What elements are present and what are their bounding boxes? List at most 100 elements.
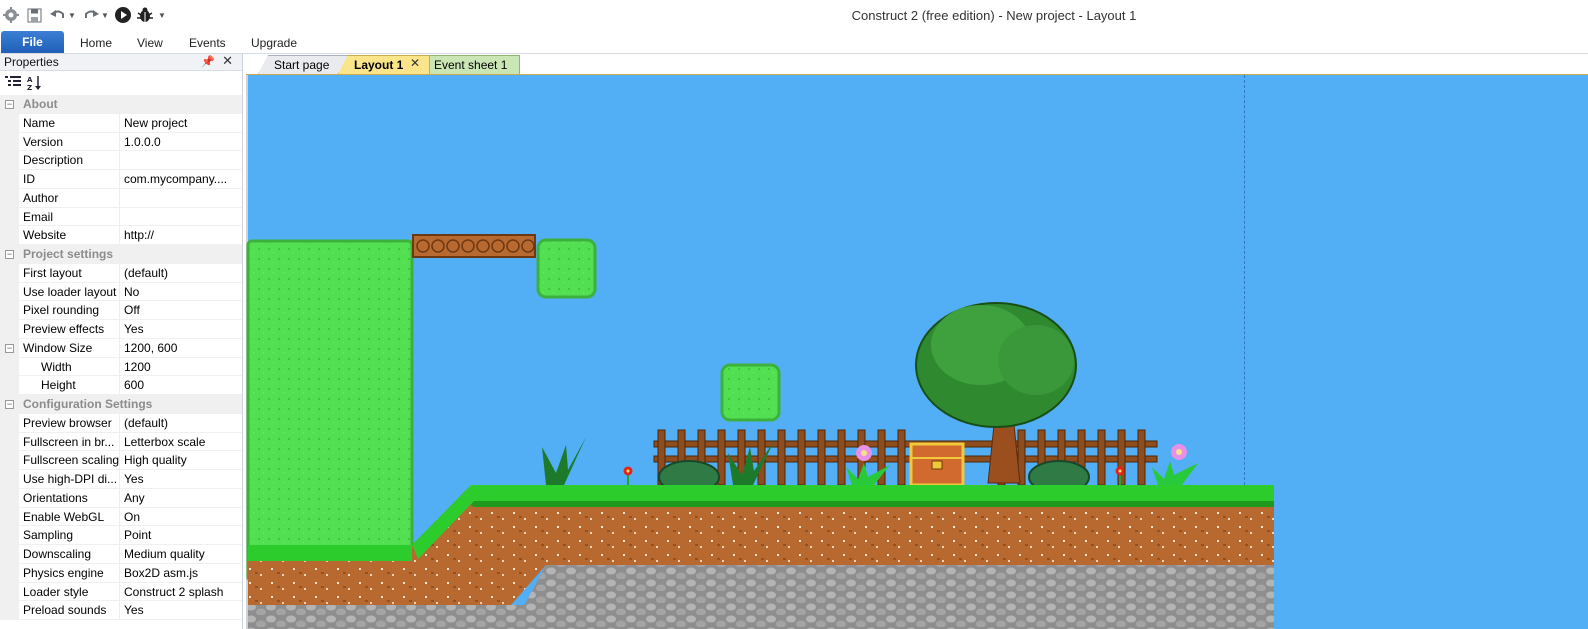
category-label: Project settings [23,247,114,261]
category-label: About [23,97,58,111]
property-key: Downscaling [23,547,92,561]
window-title: Construct 2 (free edition) - New project… [851,8,1137,23]
row-gutter [0,263,19,282]
property-row[interactable]: Downscaling Medium quality [0,545,242,564]
tab-upgrade[interactable]: Upgrade [251,33,297,53]
row-gutter [0,301,19,319]
property-row[interactable]: First layout (default) [0,263,242,283]
property-value[interactable]: Box2D asm.js [124,564,240,582]
property-row[interactable]: Email [0,207,242,227]
property-row[interactable]: Author [0,188,242,208]
collapse-icon[interactable]: − [5,100,14,109]
tab-events[interactable]: Events [189,33,226,53]
stone-layer[interactable] [511,565,1274,629]
svg-text:Z: Z [27,84,32,91]
property-row[interactable]: Orientations Any [0,488,242,508]
property-row[interactable]: Height 600 [0,376,242,395]
property-row[interactable]: Version 1.0.0.0 [0,132,242,152]
row-gutter [0,188,19,207]
property-row[interactable]: Use loader layout No [0,282,242,302]
file-menu-button[interactable]: File [1,31,64,53]
column-divider [119,282,120,301]
property-category[interactable]: − About [0,95,242,114]
property-row[interactable]: − Window Size 1200, 600 [0,338,242,358]
row-gutter [0,376,19,394]
property-value[interactable]: 600 [124,376,240,394]
property-value[interactable]: Point [124,526,240,544]
column-divider [119,113,120,132]
property-row[interactable]: Website http:// [0,226,242,245]
log-bridge[interactable] [412,234,536,258]
grass-column-tile[interactable] [246,239,414,583]
property-value[interactable]: Letterbox scale [124,433,240,451]
property-row[interactable]: Loader style Construct 2 splash [0,582,242,602]
close-icon[interactable]: ✕ [222,53,233,69]
property-value[interactable]: Yes [124,601,240,619]
row-gutter [0,132,19,151]
pink-flower[interactable] [1152,444,1198,485]
red-flower[interactable] [623,466,633,486]
property-value[interactable]: Off [124,301,240,319]
property-value[interactable]: 1.0.0.0 [124,133,240,151]
close-tab-icon[interactable]: ✕ [410,56,420,70]
property-row[interactable]: Preview effects Yes [0,320,242,339]
property-category[interactable]: − Project settings [0,245,242,264]
property-row[interactable]: Use high-DPI di... Yes [0,470,242,489]
property-row[interactable]: Physics engine Box2D asm.js [0,563,242,583]
property-value[interactable]: New project [124,114,240,132]
property-value[interactable]: Medium quality [124,545,240,563]
collapse-icon[interactable]: − [5,343,14,353]
layout-editor[interactable] [246,74,1588,629]
property-row[interactable]: Sampling Point [0,526,242,545]
property-value[interactable]: (default) [124,264,240,282]
property-value[interactable]: http:// [124,226,240,244]
row-gutter [0,207,19,226]
tab-home[interactable]: Home [80,33,112,53]
treasure-chest[interactable] [909,442,965,487]
floating-grass-block[interactable] [720,363,781,422]
property-grid: − About Name New project Version 1.0.0.0 Descr… [0,95,242,620]
property-key: Preview effects [23,322,105,336]
property-row[interactable]: ID com.mycompany.... [0,170,242,189]
property-row[interactable]: Pixel rounding Off [0,301,242,320]
property-value[interactable]: Any [124,489,240,507]
property-category[interactable]: − Configuration Settings [0,395,242,414]
properties-title: Properties [4,55,59,69]
property-value[interactable]: com.mycompany.... [124,170,240,188]
property-row[interactable]: Enable WebGL On [0,507,242,527]
categorized-icon[interactable] [5,75,21,92]
property-key: Preload sounds [23,603,107,618]
property-row[interactable]: Width 1200 [0,357,242,377]
tab-start-page[interactable]: Start page [258,55,350,74]
grass-tuft[interactable] [542,437,586,485]
collapse-icon[interactable]: − [5,400,14,409]
grass-tuft[interactable] [728,441,774,485]
row-gutter [0,170,19,188]
floating-grass-block[interactable] [536,238,597,299]
property-value[interactable]: (default) [124,414,240,432]
property-key: Website [23,228,67,243]
ground-platform[interactable] [471,485,1274,565]
property-row[interactable]: Preload sounds Yes [0,601,242,620]
property-value[interactable]: Yes [124,470,240,488]
column-divider [119,507,120,526]
property-value[interactable]: On [124,508,240,526]
property-row[interactable]: Name New project [0,113,242,133]
property-value[interactable]: Yes [124,320,240,338]
property-value[interactable]: 1200 [124,358,240,376]
property-row[interactable]: Fullscreen scaling High quality [0,451,242,470]
property-row[interactable]: Preview browser (default) [0,413,242,433]
tab-view[interactable]: View [137,33,163,53]
alphabetical-icon[interactable]: AZ [27,75,43,94]
property-key: Use high-DPI di... [23,472,118,486]
collapse-icon[interactable]: − [5,250,14,259]
tab-event-sheet-1[interactable]: Event sheet 1 [418,55,520,74]
property-value[interactable]: High quality [124,451,240,469]
property-value[interactable]: Construct 2 splash [124,583,240,601]
property-row[interactable]: Description [0,151,242,170]
row-gutter [0,151,19,169]
pin-icon[interactable]: 📌 [201,54,215,70]
property-row[interactable]: Fullscreen in br... Letterbox scale [0,432,242,452]
property-value[interactable]: 1200, 600 [124,339,240,357]
property-value[interactable]: No [124,283,240,301]
